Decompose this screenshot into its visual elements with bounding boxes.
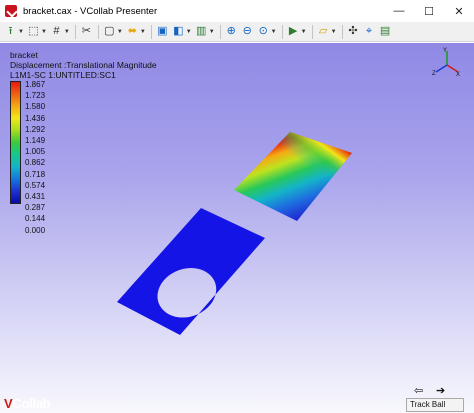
next-arrow-icon[interactable]: ➔ bbox=[436, 384, 445, 397]
title-bar: bracket.cax - VCollab Presenter — ☐ ✕ bbox=[0, 0, 474, 22]
scalar-bar-icon: ▥ bbox=[196, 25, 207, 37]
selection-button[interactable]: ▢ ▼ bbox=[103, 24, 123, 40]
vcollab-logo: VCollab bbox=[4, 396, 51, 411]
toolbar-separator bbox=[341, 24, 343, 39]
viewport-footer: ⇦ ➔ VCollab Track Ball bbox=[0, 384, 474, 413]
maximize-button[interactable]: ☐ bbox=[414, 0, 444, 22]
interaction-mode-status[interactable]: Track Ball bbox=[406, 398, 464, 412]
annotation-button[interactable]: ◧ ▼ bbox=[172, 24, 192, 40]
toolbar-separator bbox=[150, 24, 152, 39]
window-title: bracket.cax - VCollab Presenter bbox=[23, 5, 158, 17]
dropdown-arrow-icon[interactable]: ▼ bbox=[64, 29, 70, 35]
zoom-area-button[interactable]: ⊙ ▼ bbox=[257, 24, 277, 40]
app-logo-icon bbox=[5, 5, 17, 17]
zoom-in-button[interactable]: ⊕ bbox=[225, 24, 238, 40]
grid-icon: # bbox=[53, 25, 60, 37]
settings-icon: ▤ bbox=[379, 25, 391, 37]
fit-view-button[interactable]: ⬚ ▼ bbox=[27, 24, 47, 40]
view-box-button[interactable]: ▱ ▼ bbox=[317, 24, 337, 40]
toolbar-separator bbox=[74, 24, 76, 39]
zoom-out-icon: ⊖ bbox=[242, 25, 252, 37]
play-icon: ▶ bbox=[288, 25, 298, 37]
viewport-3d[interactable]: bracket Displacement :Translational Magn… bbox=[0, 43, 474, 413]
import-model-button[interactable]: ⭱ ▼ bbox=[4, 24, 24, 40]
dropdown-arrow-icon[interactable]: ▼ bbox=[18, 29, 24, 35]
probe-icon: ⬌ bbox=[127, 25, 137, 37]
scissors-button[interactable]: ✂ bbox=[80, 24, 93, 40]
play-button[interactable]: ▶ ▼ bbox=[287, 24, 307, 40]
toolbar-separator bbox=[311, 24, 313, 39]
toolbar: ⭱ ▼ ⬚ ▼ # ▼ ✂ ▢ ▼ ⬌ ▼ ▣ ◧ ▼ ▥ ▼ ⊕ ⊖ ⊙ ▼ ▶ ▼ ▱ ▼ ✣ ⌖ ▤ bbox=[0, 22, 474, 42]
zoom-fit-button[interactable]: ⌖ bbox=[363, 24, 376, 40]
camera-button[interactable]: ▣ bbox=[156, 24, 169, 40]
center-button[interactable]: ✣ bbox=[347, 24, 360, 40]
scissors-icon: ✂ bbox=[81, 25, 91, 37]
dropdown-arrow-icon[interactable]: ▼ bbox=[140, 29, 146, 35]
toolbar-separator bbox=[97, 24, 99, 39]
deformed-plate bbox=[234, 132, 352, 221]
close-button[interactable]: ✕ bbox=[444, 0, 474, 22]
zoom-in-icon: ⊕ bbox=[226, 25, 236, 37]
dropdown-arrow-icon[interactable]: ▼ bbox=[41, 29, 47, 35]
selection-icon: ▢ bbox=[104, 25, 115, 37]
previous-arrow-icon[interactable]: ⇦ bbox=[414, 384, 423, 397]
logo-text: Collab bbox=[12, 396, 51, 411]
toolbar-separator bbox=[281, 24, 283, 39]
dropdown-arrow-icon[interactable]: ▼ bbox=[209, 29, 215, 35]
grid-button[interactable]: # ▼ bbox=[50, 24, 70, 40]
fit-view-icon: ⬚ bbox=[28, 25, 39, 37]
dropdown-arrow-icon[interactable]: ▼ bbox=[117, 29, 123, 35]
zoom-fit-icon: ⌖ bbox=[365, 25, 373, 37]
window-controls: — ☐ ✕ bbox=[384, 0, 474, 22]
center-icon: ✣ bbox=[348, 25, 358, 37]
minimize-button[interactable]: — bbox=[384, 0, 414, 22]
zoom-out-button[interactable]: ⊖ bbox=[241, 24, 254, 40]
dropdown-arrow-icon[interactable]: ▼ bbox=[331, 29, 337, 35]
dropdown-arrow-icon[interactable]: ▼ bbox=[301, 29, 307, 35]
scalar-bar-button[interactable]: ▥ ▼ bbox=[195, 24, 215, 40]
camera-icon: ▣ bbox=[157, 25, 168, 37]
model-render bbox=[117, 132, 352, 335]
dropdown-arrow-icon[interactable]: ▼ bbox=[271, 29, 277, 35]
probe-button[interactable]: ⬌ ▼ bbox=[126, 24, 146, 40]
settings-button[interactable]: ▤ bbox=[379, 24, 392, 40]
toolbar-separator bbox=[219, 24, 221, 39]
bracket-plate bbox=[117, 208, 265, 335]
dropdown-arrow-icon[interactable]: ▼ bbox=[186, 29, 192, 35]
zoom-area-icon: ⊙ bbox=[258, 25, 268, 37]
view-box-icon: ▱ bbox=[318, 25, 328, 37]
import-model-icon: ⭱ bbox=[8, 25, 13, 37]
annotation-icon: ◧ bbox=[173, 25, 184, 37]
